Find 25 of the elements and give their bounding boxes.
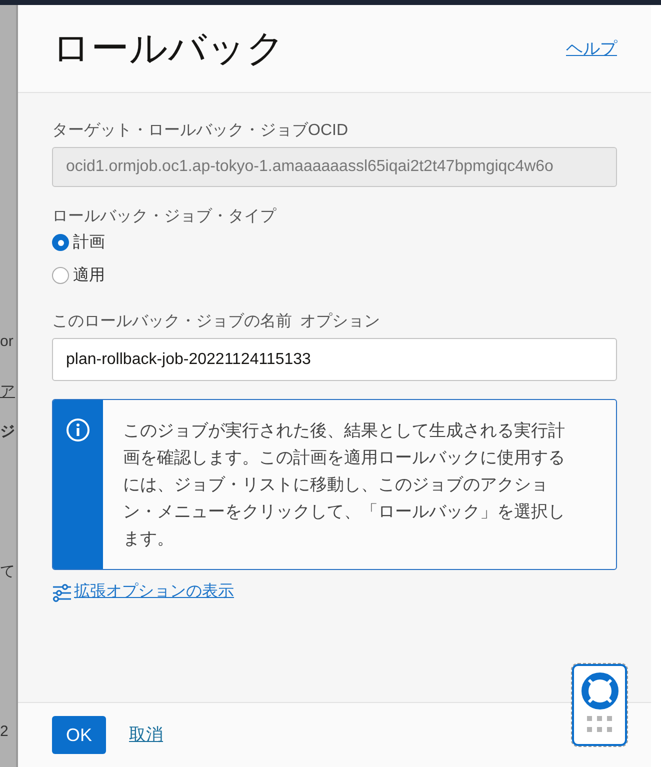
lifebuoy-icon bbox=[580, 672, 618, 710]
radio-label: 計画 bbox=[73, 232, 105, 252]
info-icon bbox=[66, 418, 90, 442]
field-label: このロールバック・ジョブの名前 bbox=[52, 312, 292, 332]
background-text: て bbox=[0, 562, 16, 582]
job-name-field[interactable]: plan-rollback-job-20221124115133 bbox=[52, 338, 617, 381]
dialog-title: ロールバック bbox=[52, 30, 285, 68]
radio-button[interactable] bbox=[52, 267, 69, 284]
background-text: 2 bbox=[0, 722, 10, 742]
background-text: ア bbox=[0, 382, 16, 402]
help-widget[interactable] bbox=[572, 664, 627, 746]
radio-button[interactable] bbox=[52, 234, 69, 251]
field-label: ロールバック・ジョブ・タイプ bbox=[52, 206, 278, 227]
background-text: ジ bbox=[0, 422, 16, 442]
optional-hint: オプション bbox=[300, 312, 380, 332]
info-message: このジョブが実行された後、結果として生成される実行計画を確認します。この計画を適用ロールバックに使用するには、ジョブ・リストに移動し、このジョブのアクション・メニューをクリックして、「ロールバック」を選択します。 bbox=[122, 420, 566, 550]
sliders-icon bbox=[52, 582, 72, 602]
background-text: or bbox=[0, 332, 14, 352]
help-link[interactable]: ヘルプ bbox=[566, 36, 617, 62]
field-label: ターゲット・ロールバック・ジョブOCID bbox=[52, 120, 349, 141]
drag-handle-icon bbox=[586, 716, 612, 733]
radio-label: 適用 bbox=[73, 266, 105, 286]
advanced-options-link[interactable]: 拡張オプションの表示 bbox=[52, 580, 234, 604]
ok-button[interactable]: OK bbox=[52, 716, 106, 754]
cancel-link[interactable]: 取消 bbox=[129, 722, 164, 748]
